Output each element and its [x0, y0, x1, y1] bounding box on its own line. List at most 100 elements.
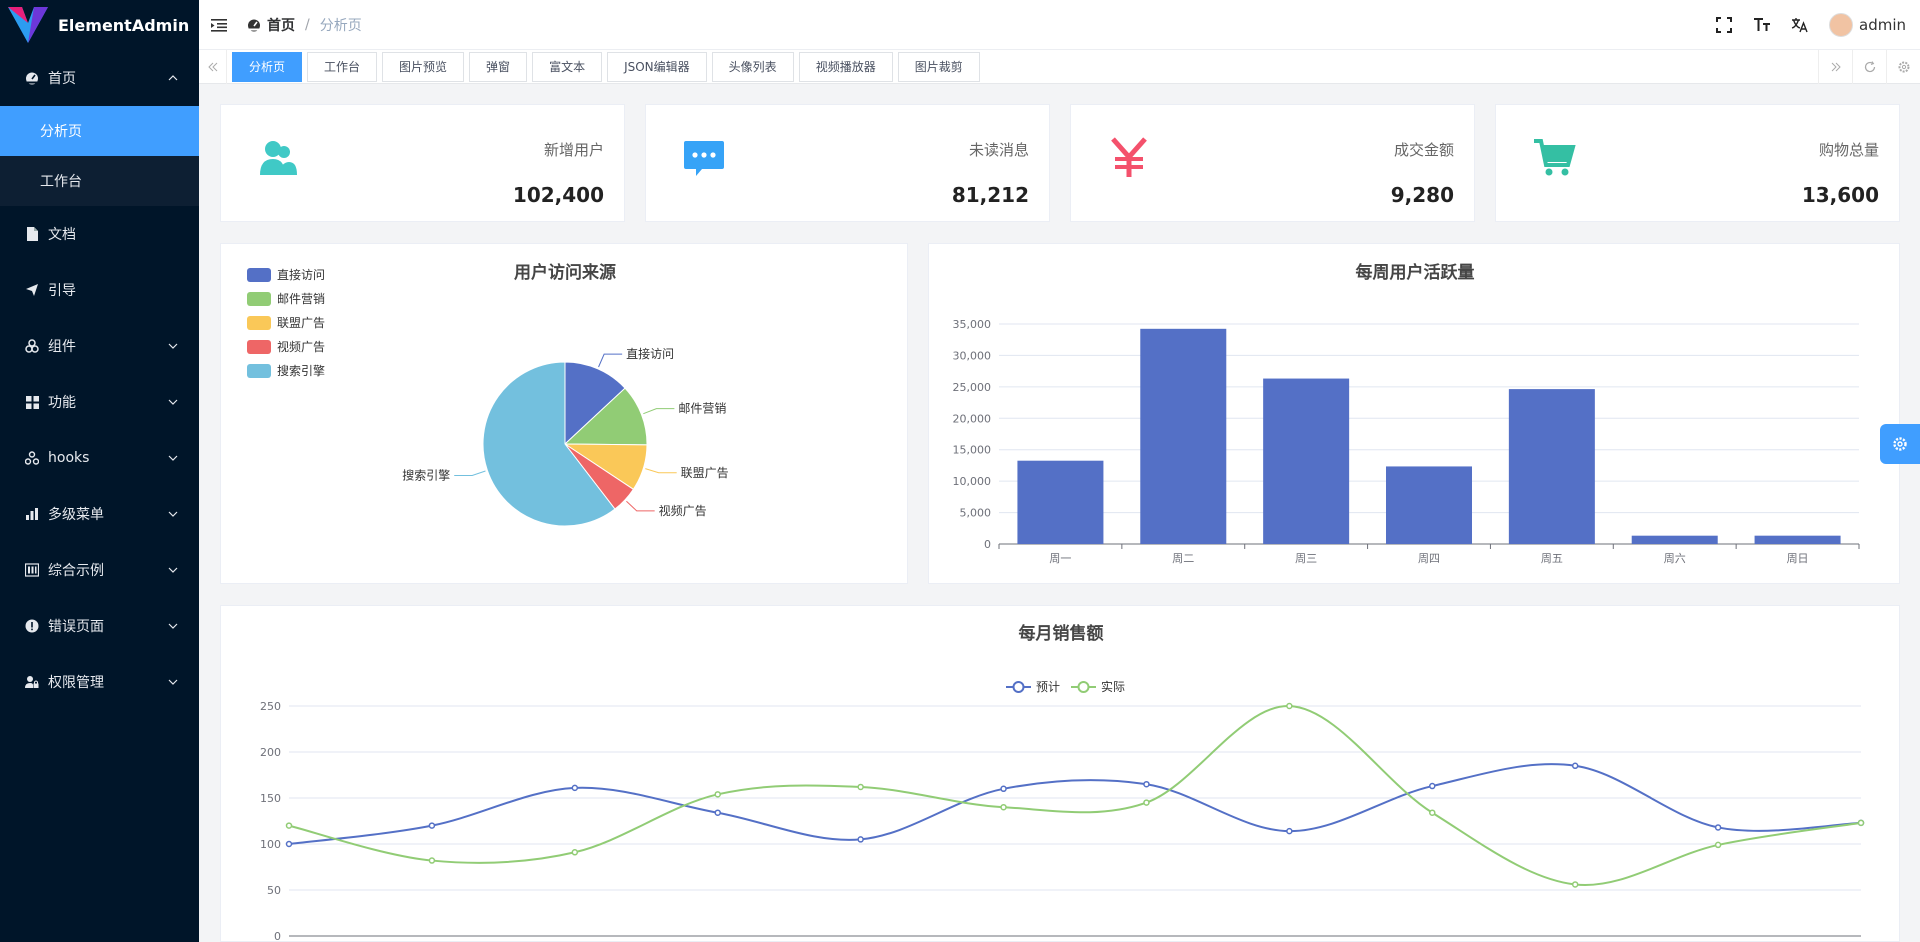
legend-marker[interactable] — [1012, 681, 1025, 693]
component-icon — [24, 338, 40, 354]
tags-scroll-left-icon[interactable] — [199, 49, 227, 84]
data-point[interactable] — [1714, 824, 1722, 831]
legend-swatch[interactable] — [247, 316, 271, 330]
logo[interactable]: ElementAdmin — [0, 0, 199, 50]
legend-label[interactable]: 预计 — [1036, 680, 1060, 694]
data-point[interactable] — [1286, 702, 1293, 710]
menu-fold-icon[interactable] — [211, 17, 227, 33]
data-point[interactable] — [571, 784, 579, 792]
tag-item[interactable]: 头像列表 — [711, 51, 794, 82]
bar[interactable] — [1631, 535, 1718, 544]
y-tick-label: 50 — [267, 884, 281, 897]
font-size-icon[interactable] — [1753, 16, 1771, 34]
data-point[interactable] — [428, 857, 436, 864]
columns-icon — [24, 562, 40, 578]
series-line[interactable] — [288, 763, 1862, 845]
data-point[interactable] — [1000, 803, 1007, 811]
sidebar-item-home[interactable]: 首页 — [0, 50, 199, 106]
series-line[interactable] — [288, 704, 1862, 887]
stat-card-new-users[interactable]: 新增用户 102,400 — [220, 104, 625, 222]
bar[interactable] — [1140, 328, 1227, 544]
message-icon — [684, 141, 724, 176]
data-point[interactable] — [1286, 827, 1293, 835]
sidebar-item-guide[interactable]: 引导 — [0, 262, 199, 318]
data-point[interactable] — [428, 822, 436, 829]
data-point[interactable] — [285, 840, 293, 848]
sidebar-item-features[interactable]: 功能 — [0, 374, 199, 430]
sidebar-item-examples[interactable]: 综合示例 — [0, 542, 199, 598]
data-point[interactable] — [1714, 841, 1722, 849]
tag-item[interactable]: 分析页 — [232, 51, 303, 82]
legend-swatch[interactable] — [247, 364, 271, 378]
breadcrumb-home[interactable]: 首页 — [247, 15, 295, 35]
username[interactable]: admin — [1859, 16, 1906, 34]
legend-label[interactable]: 视频广告 — [277, 339, 325, 354]
bar[interactable] — [1754, 535, 1841, 544]
legend-label[interactable]: 搜索引擎 — [277, 363, 325, 378]
data-point[interactable] — [714, 809, 721, 816]
data-point[interactable] — [1571, 881, 1579, 888]
data-point[interactable] — [1143, 799, 1150, 806]
data-point[interactable] — [1857, 819, 1865, 827]
stat-card-messages[interactable]: 未读消息 81,212 — [645, 104, 1050, 222]
legend-swatch[interactable] — [247, 268, 271, 282]
tag-item[interactable]: 富文本 — [532, 51, 603, 82]
chevron-down-icon — [168, 399, 178, 405]
pie-label-line — [626, 500, 655, 512]
sidebar-item-components[interactable]: 组件 — [0, 318, 199, 374]
bar[interactable] — [1017, 460, 1104, 544]
tag-item[interactable]: 视频播放器 — [798, 51, 893, 82]
data-point[interactable] — [1429, 782, 1436, 790]
refresh-icon[interactable] — [1852, 50, 1886, 84]
sidebar-item-label: 综合示例 — [48, 563, 104, 579]
stat-card-amount[interactable]: 成交金额 9,280 — [1070, 104, 1475, 222]
chevron-down-icon — [168, 343, 178, 349]
data-point[interactable] — [285, 822, 293, 829]
sidebar-item-docs[interactable]: 文档 — [0, 206, 199, 262]
bar[interactable] — [1263, 378, 1350, 544]
data-point[interactable] — [1571, 762, 1579, 770]
sidebar-item-multi-menu[interactable]: 多级菜单 — [0, 486, 199, 542]
users-icon — [260, 141, 297, 175]
data-point[interactable] — [1143, 780, 1150, 788]
tags-scroll-right-icon[interactable] — [1818, 50, 1852, 84]
bar[interactable] — [1508, 389, 1595, 544]
bar[interactable] — [1386, 466, 1472, 544]
data-point[interactable] — [714, 791, 721, 798]
legend-marker[interactable] — [1077, 681, 1090, 693]
translate-icon[interactable] — [1791, 16, 1809, 34]
tag-item[interactable]: 弹窗 — [469, 51, 528, 82]
data-point[interactable] — [857, 836, 864, 843]
y-tick-label: 20,000 — [953, 412, 992, 425]
chevron-down-icon — [168, 455, 178, 461]
avatar[interactable] — [1829, 13, 1853, 37]
legend-label[interactable]: 实际 — [1101, 679, 1125, 694]
data-point[interactable] — [1000, 785, 1007, 793]
theme-settings-button[interactable] — [1880, 424, 1920, 464]
tag-item[interactable]: JSON编辑器 — [607, 51, 707, 82]
legend-swatch[interactable] — [247, 340, 271, 354]
legend-label[interactable]: 邮件营销 — [277, 292, 325, 306]
legend-label[interactable]: 联盟广告 — [277, 316, 325, 330]
sidebar-item-workbench[interactable]: 工作台 — [0, 156, 199, 206]
sidebar-item-hooks[interactable]: hooks — [0, 430, 199, 486]
legend-label[interactable]: 直接访问 — [277, 267, 325, 282]
data-point[interactable] — [1429, 809, 1436, 816]
y-tick-label: 25,000 — [953, 381, 992, 394]
stat-card-shopping[interactable]: 购物总量 13,600 — [1495, 104, 1900, 222]
sidebar-item-error-pages[interactable]: 错误页面 — [0, 598, 199, 654]
data-point[interactable] — [857, 783, 864, 791]
sidebar-item-permissions[interactable]: 权限管理 — [0, 654, 199, 710]
settings-icon[interactable] — [1886, 50, 1920, 84]
tag-item[interactable]: 工作台 — [307, 51, 378, 82]
tag-item[interactable]: 图片裁剪 — [897, 51, 980, 82]
sidebar-item-label: 工作台 — [40, 174, 82, 190]
y-tick-label: 10,000 — [953, 475, 992, 488]
fullscreen-icon[interactable] — [1715, 16, 1733, 34]
sidebar-item-analysis[interactable]: 分析页 — [0, 106, 199, 156]
logo-icon — [8, 7, 48, 43]
legend-swatch[interactable] — [247, 292, 271, 306]
tag-item[interactable]: 图片预览 — [382, 51, 465, 82]
send-icon — [24, 282, 40, 298]
data-point[interactable] — [571, 849, 579, 856]
